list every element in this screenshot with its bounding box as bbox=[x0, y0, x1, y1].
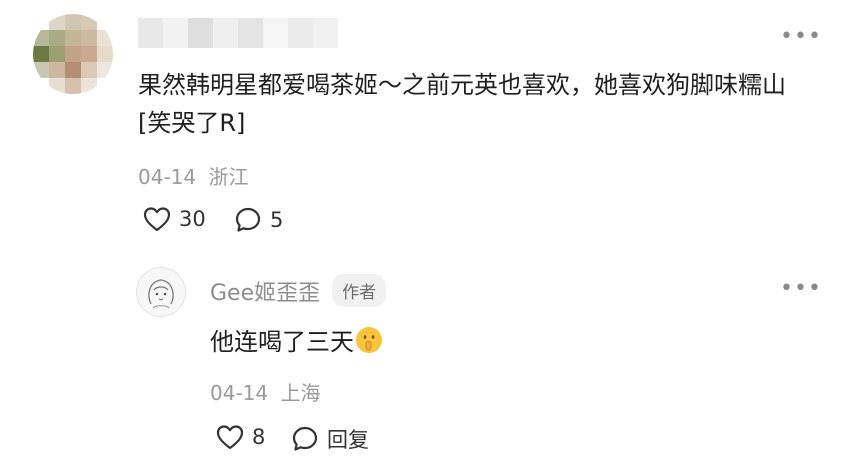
reply-header: Gee姬歪歪 作者 bbox=[210, 274, 387, 307]
reply-text-row: 他连喝了三天 bbox=[210, 322, 382, 357]
girl-sketch-icon bbox=[148, 279, 174, 309]
comment-bubble-icon bbox=[292, 426, 318, 451]
reply-label: 回复 bbox=[327, 428, 369, 452]
reply-location: 上海 bbox=[280, 381, 321, 405]
comment-text: 果然韩明星都爱喝茶姬～之前元英也喜欢，她喜欢狗脚味糯山[笑哭了R] bbox=[138, 71, 786, 137]
reply-more-icon[interactable]: ••• bbox=[780, 278, 822, 300]
reply-username[interactable]: Gee姬歪歪 bbox=[210, 275, 320, 307]
like-count: 30 bbox=[179, 207, 206, 231]
reply-avatar[interactable] bbox=[136, 267, 186, 317]
comment-location: 浙江 bbox=[208, 165, 249, 189]
heart-icon bbox=[216, 425, 244, 450]
heart-icon bbox=[143, 207, 171, 232]
like-button[interactable]: 30 bbox=[143, 206, 206, 232]
comment-meta: 04-14 浙江 bbox=[138, 161, 248, 190]
reply-like-count: 8 bbox=[252, 425, 266, 449]
more-icon[interactable]: ••• bbox=[780, 26, 822, 48]
reply-like-button[interactable]: 8 bbox=[216, 424, 265, 450]
reply-button[interactable]: 回复 bbox=[291, 424, 369, 454]
reply-date: 04-14 bbox=[210, 381, 269, 405]
reply-count-button[interactable]: 5 bbox=[234, 206, 283, 234]
shushing-face-emoji-icon bbox=[356, 326, 382, 353]
reply-meta: 04-14 上海 bbox=[210, 377, 320, 406]
comment-date: 04-14 bbox=[138, 165, 197, 189]
commenter-username-blurred[interactable] bbox=[138, 18, 338, 48]
author-badge: 作者 bbox=[332, 274, 387, 307]
reply-text: 他连喝了三天 bbox=[210, 328, 354, 356]
commenter-avatar[interactable] bbox=[33, 14, 113, 94]
reply-count: 5 bbox=[270, 208, 284, 232]
comment-bubble-icon bbox=[235, 207, 261, 232]
